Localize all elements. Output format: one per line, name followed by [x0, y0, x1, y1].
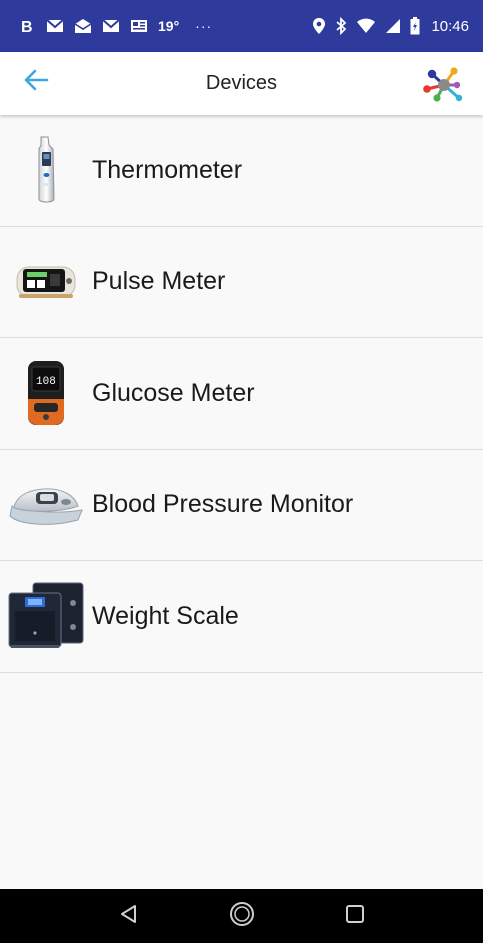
news-icon [130, 19, 148, 33]
glucose-reading: 108 [36, 376, 56, 388]
device-label: Weight Scale [92, 601, 239, 630]
thermometer-device-icon [0, 115, 92, 226]
nav-home-icon [229, 901, 255, 932]
nav-recents-button[interactable] [335, 896, 375, 936]
bluetooth-icon [335, 17, 347, 35]
list-item-glucose-meter[interactable]: 108 Glucose Meter [0, 338, 483, 450]
app-bar: Devices [0, 52, 483, 115]
glucose-meter-device-icon: 108 [0, 338, 92, 449]
system-navigation-bar [0, 889, 483, 943]
nav-back-button[interactable] [109, 896, 149, 936]
gmail-icon-2 [102, 19, 120, 33]
signal-icon [385, 18, 401, 34]
clock-time: 10:46 [431, 17, 469, 35]
svg-text:B: B [21, 19, 33, 34]
pulse-oximeter-device-icon [0, 226, 92, 337]
status-left: B 19° ··· [20, 18, 212, 34]
list-item-pulse-meter[interactable]: Pulse Meter [0, 226, 483, 338]
device-label: Thermometer [92, 155, 243, 184]
blood-pressure-cuff-device-icon [0, 449, 92, 560]
page-title: Devices [205, 72, 278, 94]
device-label: Pulse Meter [92, 267, 226, 296]
gmail-icon [46, 19, 64, 33]
device-label: Glucose Meter [92, 378, 255, 407]
wifi-icon [356, 18, 376, 34]
more-notifications-icon: ··· [195, 18, 213, 34]
mail-open-icon [74, 18, 92, 34]
device-list: Thermometer Pulse Meter 108 Glucose Mete… [0, 115, 483, 673]
nav-back-icon [119, 904, 139, 929]
weight-scale-device-icon [0, 561, 92, 672]
battery-icon [410, 17, 420, 35]
nav-home-button[interactable] [222, 896, 262, 936]
status-right: 10:46 [312, 17, 469, 35]
list-item-blood-pressure-monitor[interactable]: Blood Pressure Monitor [0, 449, 483, 561]
b-app-icon: B [20, 18, 36, 34]
status-bar: B 19° ··· 10:46 [0, 0, 483, 52]
list-item-thermometer[interactable]: Thermometer [0, 115, 483, 227]
device-label: Blood Pressure Monitor [92, 490, 354, 519]
nav-recents-icon [345, 904, 365, 929]
list-item-weight-scale[interactable]: Weight Scale [0, 561, 483, 673]
location-icon [312, 17, 326, 35]
temperature-text: 19° [158, 18, 180, 34]
network-logo-icon[interactable] [421, 62, 467, 108]
